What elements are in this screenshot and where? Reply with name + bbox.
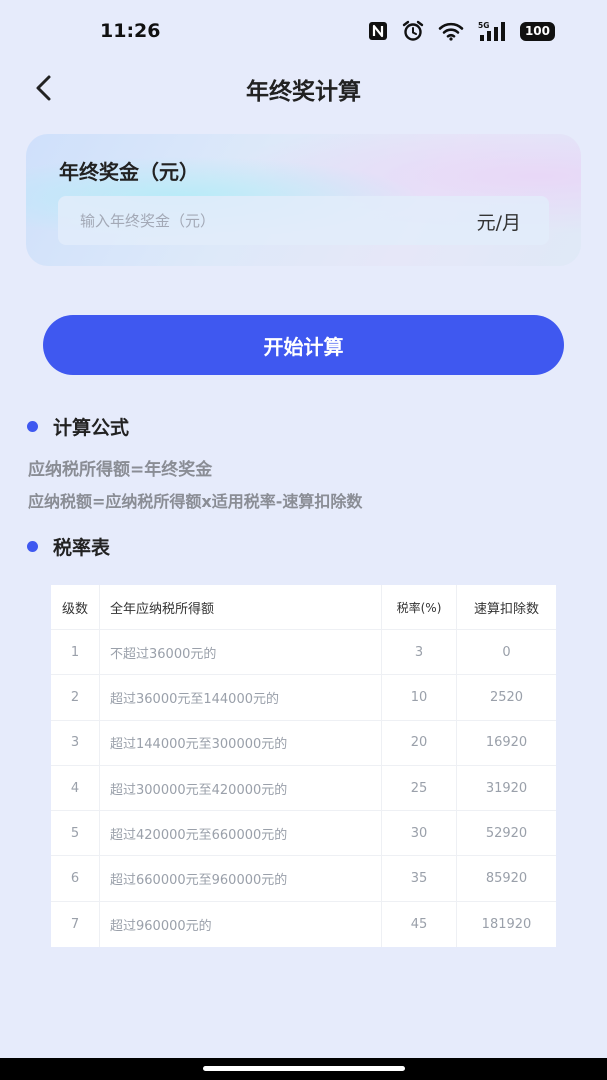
bonus-label: 年终奖金（元） — [59, 160, 199, 184]
cell-level: 7 — [51, 901, 100, 948]
cell-income-range: 超过36000元至144000元的 — [100, 675, 382, 720]
start-calculation-button[interactable]: 开始计算 — [43, 315, 564, 375]
header-deduction: 速算扣除数 — [473, 601, 539, 617]
cell-tax-rate: 3 — [382, 630, 457, 675]
cell-level: 5 — [51, 811, 100, 856]
rate-section-header: 税率表 — [27, 533, 110, 559]
nfc-icon — [368, 21, 388, 41]
bonus-amount-input[interactable] — [80, 196, 430, 245]
status-icons: 5G 100 — [368, 20, 555, 42]
cell-tax-rate: 45 — [382, 901, 457, 948]
cell-deduction: 16920 — [485, 735, 528, 751]
cell-tax-rate: 25 — [382, 765, 457, 811]
cell-tax-rate: 30 — [382, 811, 457, 856]
cell-level: 4 — [51, 765, 100, 811]
cell-tax-rate: 10 — [382, 675, 457, 720]
network-type-label: 5G — [478, 21, 489, 30]
cell-tax-rate: 20 — [382, 720, 457, 765]
header-income-range: 全年应纳税所得额 — [100, 585, 382, 629]
formula-line-1: 应纳税所得额=年终奖金 — [28, 460, 213, 480]
battery-level: 100 — [524, 24, 550, 38]
header-tax-rate: 税率(%) — [382, 585, 457, 629]
header-level: 级数 — [51, 585, 100, 629]
alarm-icon — [402, 20, 424, 42]
system-nav-bar — [0, 1058, 607, 1080]
home-indicator[interactable] — [203, 1066, 405, 1071]
table-row: 5 超过420000元至660000元的 30 52920 — [51, 811, 556, 857]
5g-signal-icon: 5G — [478, 21, 506, 41]
table-row: 4 超过300000元至420000元的 25 31920 — [51, 765, 556, 812]
unit-label: 元/月 — [476, 212, 521, 234]
table-header-row: 级数 全年应纳税所得额 税率(%) 速算扣除数 — [51, 585, 556, 630]
table-row: 7 超过960000元的 45 181920 — [51, 901, 556, 948]
cell-level: 2 — [51, 675, 100, 720]
status-time: 11:26 — [100, 20, 161, 42]
table-row: 6 超过660000元至960000元的 35 85920 — [51, 856, 556, 902]
cell-level: 1 — [51, 630, 100, 675]
cell-income-range: 超过144000元至300000元的 — [100, 720, 382, 765]
tax-rate-table: 级数 全年应纳税所得额 税率(%) 速算扣除数 1 不超过36000元的 3 0… — [51, 585, 556, 948]
cell-deduction: 85920 — [485, 871, 528, 887]
formula-line-2: 应纳税额=应纳税所得额x适用税率-速算扣除数 — [28, 492, 363, 511]
cell-deduction: 52920 — [485, 825, 528, 841]
wifi-icon — [438, 21, 464, 41]
cell-tax-rate: 35 — [382, 856, 457, 901]
formula-section-title: 计算公式 — [53, 416, 130, 439]
bullet-dot — [27, 540, 38, 552]
cell-income-range: 超过660000元至960000元的 — [100, 856, 382, 901]
cell-level: 6 — [51, 856, 100, 901]
page-title: 年终奖计算 — [246, 79, 361, 105]
cell-deduction: 181920 — [481, 916, 532, 932]
cell-deduction: 31920 — [485, 780, 528, 796]
bonus-input-card: 年终奖金（元） 元/月 — [26, 134, 581, 266]
cell-deduction: 0 — [502, 644, 511, 660]
battery-indicator: 100 — [519, 21, 555, 41]
cell-income-range: 超过300000元至420000元的 — [100, 765, 382, 811]
rate-section-title: 税率表 — [53, 536, 111, 559]
bullet-dot — [27, 420, 38, 432]
table-row: 2 超过36000元至144000元的 10 2520 — [51, 675, 556, 721]
cell-deduction: 2520 — [489, 689, 524, 705]
cell-level: 3 — [51, 720, 100, 765]
cell-income-range: 超过420000元至660000元的 — [100, 811, 382, 856]
bonus-amount-field[interactable]: 元/月 — [58, 196, 549, 245]
cell-income-range: 不超过36000元的 — [100, 630, 382, 675]
table-row: 1 不超过36000元的 3 0 — [51, 630, 556, 676]
status-bar: 11:26 5G 100 — [0, 0, 607, 60]
table-row: 3 超过144000元至300000元的 20 16920 — [51, 720, 556, 766]
cell-income-range: 超过960000元的 — [100, 901, 382, 948]
formula-section-header: 计算公式 — [27, 413, 129, 439]
